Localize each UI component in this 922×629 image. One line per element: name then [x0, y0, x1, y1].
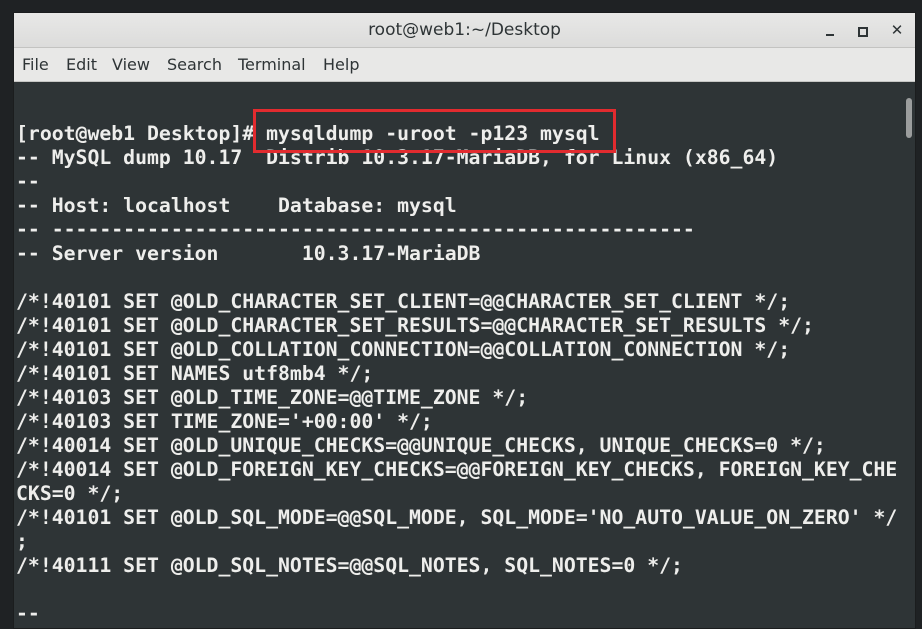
terminal-line: [root@web1 Desktop]# mysqldump -uroot -p…	[16, 122, 600, 145]
minimize-icon	[826, 33, 834, 36]
menu-search[interactable]: Search	[167, 48, 222, 81]
menu-help[interactable]: Help	[323, 48, 359, 81]
terminal-line: /*!40101 SET @OLD_CHARACTER_SET_RESULTS=…	[16, 314, 814, 337]
terminal-output[interactable]: [root@web1 Desktop]# mysqldump -uroot -p…	[14, 82, 903, 628]
terminal-line: ;	[16, 530, 28, 553]
terminal-line: /*!40101 SET NAMES utf8mb4 */;	[16, 362, 374, 385]
menu-bar: File Edit View Search Terminal Help	[14, 48, 915, 82]
menu-edit[interactable]: Edit	[66, 48, 97, 81]
terminal-line: -- MySQL dump 10.17 Distrib 10.3.17-Mari…	[16, 146, 779, 169]
terminal-line: --	[16, 170, 40, 193]
maximize-icon	[858, 26, 868, 37]
minimize-button[interactable]	[820, 20, 840, 40]
title-bar[interactable]: root@web1:~/Desktop ✕	[14, 13, 915, 48]
vertical-scrollbar[interactable]	[903, 82, 915, 628]
terminal-line: /*!40101 SET @OLD_SQL_MODE=@@SQL_MODE, S…	[16, 506, 898, 529]
terminal-line: /*!40111 SET @OLD_SQL_NOTES=@@SQL_NOTES,…	[16, 554, 683, 577]
terminal-window: root@web1:~/Desktop ✕ File Edit View Sea…	[13, 12, 916, 629]
terminal-line: /*!40014 SET @OLD_FOREIGN_KEY_CHECKS=@@F…	[16, 458, 898, 481]
close-icon: ✕	[890, 21, 904, 39]
scrollbar-thumb[interactable]	[906, 98, 912, 138]
menu-file[interactable]: File	[22, 48, 49, 81]
close-button[interactable]: ✕	[887, 20, 907, 40]
terminal-line: --	[16, 602, 40, 625]
window-title: root@web1:~/Desktop	[368, 20, 561, 40]
terminal-line: -- Server version 10.3.17-MariaDB	[16, 242, 481, 265]
terminal-line: /*!40103 SET @OLD_TIME_ZONE=@@TIME_ZONE …	[16, 386, 529, 409]
terminal-line: -- -------------------------------------…	[16, 218, 695, 241]
terminal-line: /*!40101 SET @OLD_CHARACTER_SET_CLIENT=@…	[16, 290, 791, 313]
menu-terminal[interactable]: Terminal	[238, 48, 306, 81]
terminal-line: CKS=0 */;	[16, 482, 124, 505]
terminal-lines: [root@web1 Desktop]# mysqldump -uroot -p…	[16, 122, 897, 626]
menu-view[interactable]: View	[112, 48, 150, 81]
maximize-button[interactable]	[853, 20, 873, 40]
terminal-line: /*!40103 SET TIME_ZONE='+00:00' */;	[16, 410, 433, 433]
terminal-line: -- Host: localhost Database: mysql	[16, 194, 457, 217]
terminal-line: /*!40101 SET @OLD_COLLATION_CONNECTION=@…	[16, 338, 791, 361]
terminal-line: /*!40014 SET @OLD_UNIQUE_CHECKS=@@UNIQUE…	[16, 434, 826, 457]
